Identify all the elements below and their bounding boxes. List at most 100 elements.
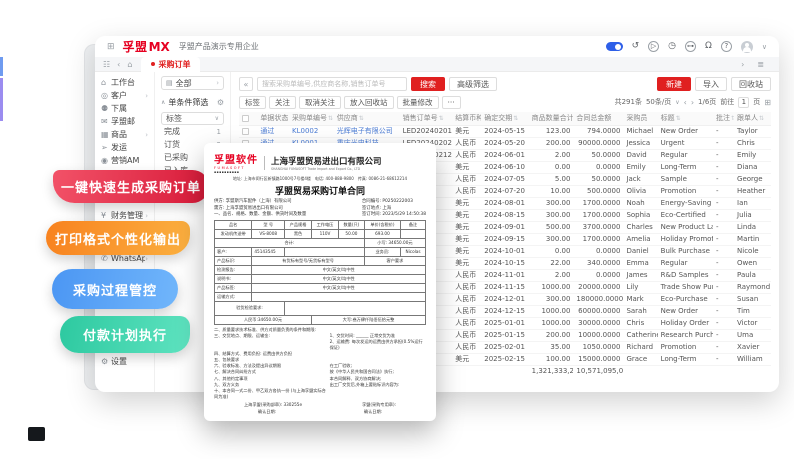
totals-cell: 10,571,095,05... (573, 365, 623, 377)
theme-toggle[interactable] (606, 42, 623, 51)
avatar-chevron-down-icon[interactable]: ∨ (762, 43, 767, 51)
cell: 300.00 (529, 233, 574, 245)
cell: 人民币 (452, 317, 481, 329)
filter-item[interactable]: 完成1 (161, 125, 224, 138)
next-page-icon[interactable]: › (691, 98, 694, 107)
sidebar-item-workbench[interactable]: ⌂工作台 (95, 76, 154, 89)
cell: Jessica (623, 137, 657, 149)
sidebar-item-customers[interactable]: ◎客户› (95, 89, 154, 102)
apps-grid-icon[interactable]: ⊞ (107, 42, 115, 52)
column-header[interactable]: 单据状态⇅ (257, 112, 289, 125)
action-button[interactable]: 关注 (269, 96, 296, 109)
filter-scope-select[interactable]: ▤ 全部 › (161, 76, 224, 90)
sort-icon[interactable]: ⇅ (328, 115, 333, 122)
tab-purchase-orders[interactable]: 采购订单 (141, 57, 200, 72)
filter-item-count: 1 (217, 128, 221, 136)
column-header-label: 采购员 (626, 114, 647, 122)
table-row[interactable]: 通过KL0002光辉电子有限公司LED20240201美元2024-05-151… (239, 125, 771, 137)
column-header[interactable]: 确定交期⇅ (481, 112, 528, 125)
tab-list-icon[interactable]: ≣ (757, 60, 764, 69)
column-header[interactable]: 供应商⇅ (334, 112, 400, 125)
cell: 100.00 (529, 353, 574, 365)
gear-icon[interactable]: ⚙ (217, 98, 224, 107)
totals-cell (734, 365, 771, 377)
select-all-checkbox[interactable] (242, 115, 249, 122)
column-header[interactable]: 销售订单号⇅ (400, 112, 453, 125)
sort-icon[interactable]: ⇅ (731, 115, 734, 122)
sort-icon[interactable]: ⇅ (439, 115, 444, 122)
prev-page-icon[interactable]: ‹ (684, 98, 687, 107)
column-header[interactable]: 采购单编号⇅ (289, 112, 334, 125)
column-header[interactable]: 采购员 (623, 112, 657, 125)
filter-item-label: 已采购 (164, 152, 188, 163)
column-settings-icon[interactable]: ⊞ (764, 98, 771, 107)
row-checkbox[interactable] (242, 128, 249, 135)
column-header[interactable]: 标题⇅ (658, 112, 713, 125)
sort-icon[interactable]: ⇅ (759, 115, 764, 122)
cell: New Order (658, 125, 713, 137)
cell: Martin (734, 233, 771, 245)
search-button[interactable]: 搜索 (411, 77, 445, 91)
workflow-icon[interactable]: ⊶ (685, 41, 696, 52)
sidebar-item-products[interactable]: ▦商品› (95, 128, 154, 141)
column-header[interactable]: 商品数量合计 (529, 112, 574, 125)
cell: Amelia (623, 233, 657, 245)
tab-back-icon[interactable]: ‹ (117, 60, 120, 69)
sidebar-item-marketing-am[interactable]: ◉营销AM (95, 154, 154, 167)
undo-icon[interactable]: ↺ (632, 41, 640, 52)
column-header-label: 单据状态 (260, 114, 288, 122)
subordinates-icon: ⚉ (101, 104, 111, 113)
search-input[interactable] (257, 77, 407, 91)
tab-menu-icon[interactable]: ☷ (103, 60, 110, 69)
home-icon[interactable]: ⌂ (127, 60, 132, 69)
recycle-bin-button[interactable]: 回收站 (731, 77, 771, 91)
sidebar-item-settings[interactable]: ⚙设置 (95, 355, 154, 368)
totals-cell (481, 365, 528, 377)
cell[interactable]: 光辉电子有限公司 (334, 125, 400, 137)
cell: 美元 (452, 353, 481, 365)
clock-icon[interactable]: ◷ (668, 41, 676, 52)
cell: Uma (734, 329, 771, 341)
filter-tag-dropdown[interactable]: 标签 ∨ (161, 112, 224, 125)
column-header[interactable]: 结算币种 (452, 112, 481, 125)
cell: Nicole (734, 245, 771, 257)
sort-icon[interactable]: ⇅ (513, 115, 518, 122)
advanced-filter-button[interactable]: 高级筛选 (449, 77, 497, 91)
goto-page-input[interactable] (738, 97, 749, 108)
new-button[interactable]: 新建 (657, 77, 691, 91)
sort-icon[interactable]: ⇅ (359, 115, 364, 122)
play-icon[interactable]: ▷ (648, 41, 659, 52)
bell-icon[interactable]: Ω (705, 41, 712, 52)
action-button[interactable]: 标签 (239, 96, 266, 109)
help-icon[interactable]: ? (721, 41, 732, 52)
sort-icon[interactable]: ⇅ (676, 115, 681, 122)
column-header-label: 商品数量合计 (532, 114, 574, 122)
cell: LED20240201 (400, 125, 453, 137)
action-button[interactable]: 放入回收站 (344, 96, 394, 109)
column-header[interactable]: 跟单人⇅ (734, 112, 771, 125)
cell[interactable]: KL0002 (289, 125, 334, 137)
sidebar-item-label: 工作台 (111, 77, 135, 88)
per-page-select[interactable]: 50条/页 (646, 97, 671, 107)
user-avatar[interactable] (741, 41, 753, 53)
column-header[interactable]: 合同总金额 (573, 112, 623, 125)
chevron-right-icon: › (145, 212, 148, 220)
sidebar-item-fumeng-mail[interactable]: ✉孚盟邮 (95, 115, 154, 128)
action-button[interactable]: 取消关注 (299, 96, 341, 109)
sidebar-item-subordinates[interactable]: ⚉下属 (95, 102, 154, 115)
tab-forward-icon[interactable]: › (741, 60, 744, 69)
cell[interactable]: 通过 (257, 125, 289, 137)
import-button[interactable]: 导入 (695, 77, 727, 91)
cell: 2024-12-15 (481, 305, 528, 317)
collapse-panel-icon[interactable]: « (239, 77, 253, 91)
cell: 0.0000 (573, 269, 623, 281)
feature-ribbon-2: 打印格式个性化输出 (46, 221, 190, 255)
column-header[interactable]: 批注⇅ (713, 112, 734, 125)
filter-section-header[interactable]: ∧ 单条件筛选 ⚙ (161, 95, 224, 109)
action-button[interactable]: 批量修改 (397, 96, 439, 109)
cell: - (713, 221, 734, 233)
settings-icon: ⚙ (101, 357, 111, 366)
action-button[interactable]: ··· (442, 96, 461, 109)
cell: 300.00 (529, 209, 574, 221)
sidebar-item-shipping[interactable]: ➢发运 (95, 141, 154, 154)
